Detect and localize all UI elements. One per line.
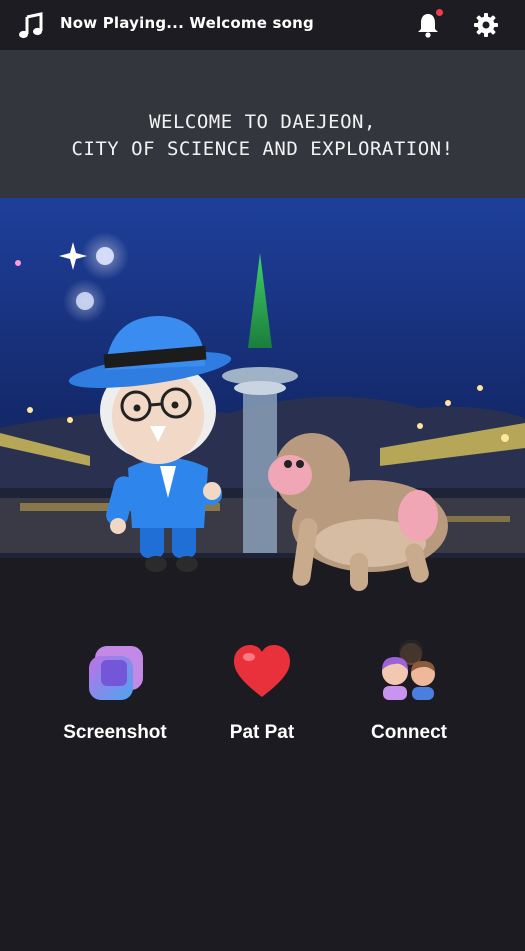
notification-dot	[436, 9, 443, 16]
gear-icon[interactable]	[472, 11, 500, 39]
now-playing-text: Now Playing... Welcome song	[60, 14, 314, 32]
screenshot-icon	[89, 646, 143, 700]
welcome-line-2: CITY OF SCIENCE AND EXPLORATION!	[71, 138, 454, 160]
action-bar: Screenshot Pat Pat Connect	[0, 640, 525, 760]
screenshot-button[interactable]: Screenshot	[40, 640, 190, 744]
music-note-icon[interactable]	[16, 11, 46, 41]
connect-button[interactable]: Connect	[334, 640, 484, 744]
top-bar: Now Playing... Welcome song	[0, 0, 525, 50]
connect-label: Connect	[371, 722, 447, 743]
heart-icon	[234, 645, 290, 697]
pat-pat-label: Pat Pat	[229, 722, 295, 743]
screenshot-label: Screenshot	[63, 722, 167, 743]
welcome-line-1: WELCOME TO DAEJEON,	[149, 111, 376, 133]
pat-pat-button[interactable]: Pat Pat	[187, 640, 337, 744]
welcome-banner: WELCOME TO DAEJEON, CITY OF SCIENCE AND …	[0, 50, 525, 198]
people-icon	[382, 640, 435, 700]
scene-image	[0, 198, 525, 598]
